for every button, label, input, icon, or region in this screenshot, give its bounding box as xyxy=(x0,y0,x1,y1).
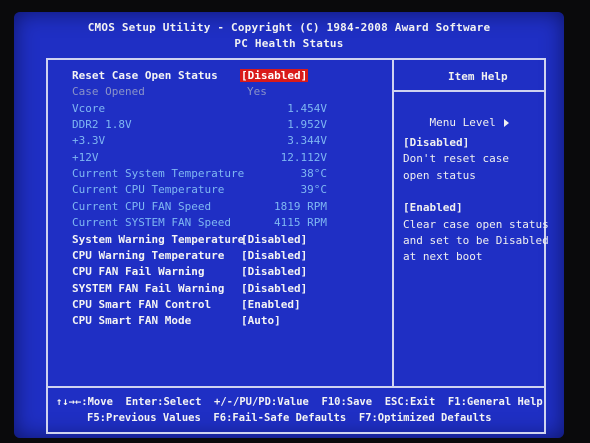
arrow-right-icon xyxy=(503,119,509,127)
setting-label: Reset Case Open Status xyxy=(72,69,218,82)
help-line: at next boot xyxy=(403,250,483,264)
setting-label: Vcore xyxy=(72,101,106,115)
help-title: Item Help xyxy=(448,70,508,83)
menu-level-label: Menu Level xyxy=(429,116,496,129)
setting-value[interactable]: [Disabled] xyxy=(241,282,307,295)
key-help-line-1: ↑↓→←:Move Enter:Select +/-/PU/PD:Value F… xyxy=(56,396,543,408)
help-line: Clear case open status xyxy=(403,217,549,231)
setting-readout: 4115 RPM xyxy=(274,216,327,230)
setting-readout: 39°C xyxy=(300,183,328,197)
setting-readout: 38°C xyxy=(300,167,328,181)
setting-readout: 12.112V xyxy=(280,150,327,164)
help-line: [Enabled] xyxy=(403,201,463,215)
setting-label: CPU Smart FAN Control xyxy=(72,297,212,311)
setting-label: CPU Warning Temperature xyxy=(72,248,225,262)
setting-value-selected[interactable]: [Disabled] xyxy=(240,69,309,82)
setting-value[interactable]: [Disabled] xyxy=(241,249,307,262)
setting-label: SYSTEM FAN Fail Warning xyxy=(72,281,225,295)
setting-label: CPU Smart FAN Mode xyxy=(72,314,192,328)
help-line: [Disabled] xyxy=(403,136,470,149)
setting-readout: 1.952V xyxy=(287,118,327,132)
help-line: and set to be Disabled xyxy=(403,233,549,247)
setting-readout: 1.454V xyxy=(287,101,327,115)
setting-label: +3.3V xyxy=(72,134,106,148)
setting-label: Current SYSTEM FAN Speed xyxy=(72,216,231,230)
setting-label: Current CPU Temperature xyxy=(72,183,225,197)
page-title: PC Health Status xyxy=(234,37,344,50)
setting-readout: Yes xyxy=(247,85,267,99)
setting-value[interactable]: [Disabled] xyxy=(241,233,307,246)
footer-frame xyxy=(46,386,546,434)
setting-readout: 1819 RPM xyxy=(274,199,327,213)
help-title-divider xyxy=(392,90,544,92)
setting-value[interactable]: [Disabled] xyxy=(241,265,307,278)
bios-screen: CMOS Setup Utility - Copyright (C) 1984-… xyxy=(14,12,564,438)
key-help-line-2: F5:Previous Values F6:Fail-Safe Defaults… xyxy=(87,412,492,424)
setting-label: System Warning Temperature xyxy=(72,232,245,246)
setting-label: CPU FAN Fail Warning xyxy=(72,265,205,279)
setting-label: DDR2 1.8V xyxy=(72,118,132,132)
setting-value[interactable]: [Enabled] xyxy=(241,298,301,311)
setting-readout: 3.344V xyxy=(287,134,327,148)
setting-label: Current System Temperature xyxy=(72,167,245,181)
setting-value[interactable]: [Auto] xyxy=(241,314,281,327)
setting-label: +12V xyxy=(72,150,99,164)
window-title: CMOS Setup Utility - Copyright (C) 1984-… xyxy=(87,21,491,34)
help-line: Don't reset case xyxy=(403,152,509,166)
setting-label: Current CPU FAN Speed xyxy=(72,199,212,213)
help-line: open status xyxy=(403,168,476,182)
pane-divider xyxy=(392,60,394,386)
setting-label: Case Opened xyxy=(72,85,145,99)
